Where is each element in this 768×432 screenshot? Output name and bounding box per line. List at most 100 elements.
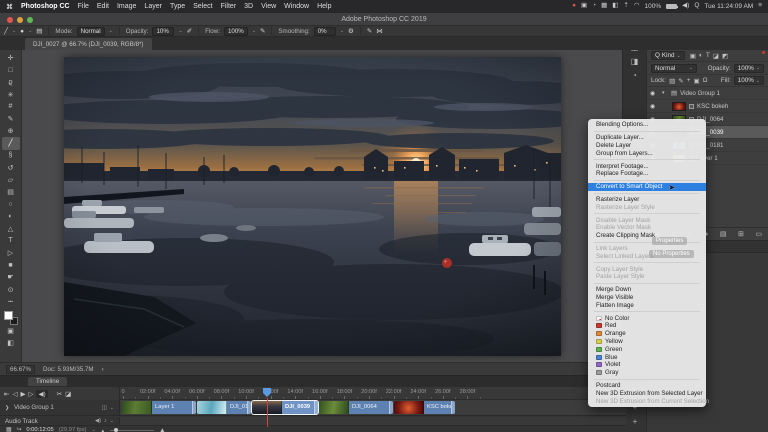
- menu-3d[interactable]: 3D: [244, 3, 253, 10]
- marquee-tool[interactable]: □: [2, 64, 20, 76]
- menu-item-gray[interactable]: Gray: [588, 369, 706, 377]
- menu-item-group-from-layers-[interactable]: Group from Layers...: [588, 149, 706, 157]
- layer-row-ksc-bokeh[interactable]: ◉ KSC bokeh: [647, 100, 768, 113]
- layer-fill-field[interactable]: 100% ⌄: [733, 76, 764, 85]
- lock-icon-4[interactable]: Ω: [703, 77, 708, 85]
- menu-item-postcard[interactable]: Postcard: [588, 382, 706, 390]
- filter-icon-1[interactable]: ◐: [699, 52, 703, 60]
- new-group-icon[interactable]: ▤: [720, 230, 727, 238]
- blur-tool[interactable]: ○: [2, 198, 20, 210]
- brush-tool[interactable]: ╱: [1, 137, 20, 150]
- clock-icon[interactable]: ◔: [592, 3, 596, 10]
- lasso-tool[interactable]: ϱ: [2, 76, 20, 88]
- video-track-lane[interactable]: Layer 1 DJI_0181 DJI_0039 DJI_0064 KSC bokeh: [120, 400, 626, 416]
- wifi-icon[interactable]: ◠: [634, 3, 640, 10]
- menu-item-blending-options-[interactable]: Blending Options...: [588, 121, 706, 129]
- close-window-button[interactable]: [7, 17, 13, 23]
- smoothing-input[interactable]: 0%: [313, 26, 336, 36]
- menu-file[interactable]: File: [78, 3, 89, 10]
- pressure-size-icon[interactable]: ✎: [367, 27, 372, 35]
- menu-type[interactable]: Type: [170, 3, 185, 10]
- clip-end-handle[interactable]: [247, 401, 251, 414]
- menu-help[interactable]: Help: [317, 3, 331, 10]
- tab-timeline[interactable]: Timeline: [28, 377, 68, 386]
- filter-kind-select[interactable]: Q Kind ⌄: [651, 51, 685, 60]
- menu-item-convert-to-smart-object[interactable]: Convert to Smart Object ➤: [588, 182, 706, 192]
- airbrush-icon[interactable]: ✎: [260, 27, 265, 35]
- apple-menu-icon[interactable]: ⌘: [6, 3, 13, 11]
- audio-track-header[interactable]: Audio Track ◀) ♪ ⌄: [0, 417, 120, 426]
- new-layer-icon[interactable]: ⊞: [738, 230, 744, 238]
- upload-icon[interactable]: ⇡: [623, 3, 628, 10]
- export-icon[interactable]: ↪: [16, 427, 21, 432]
- speaker-icon[interactable]: ◀): [682, 3, 689, 10]
- go-to-start-button[interactable]: ⇤: [4, 390, 9, 398]
- music-note-icon[interactable]: ♪: [104, 418, 107, 424]
- spotlight-icon[interactable]: Q: [694, 3, 699, 10]
- menu-item-yellow[interactable]: Yellow: [588, 338, 706, 346]
- menu-item-blue[interactable]: Blue: [588, 353, 706, 361]
- lock-icon-3[interactable]: ▣: [693, 77, 699, 85]
- mode-select[interactable]: Normal: [76, 26, 105, 36]
- clip-dji-0064[interactable]: DJI_0064: [319, 401, 393, 414]
- menu-edit[interactable]: Edit: [97, 3, 109, 10]
- canvas-pasteboard[interactable]: [22, 50, 622, 362]
- menu-item-red[interactable]: Red: [588, 322, 706, 330]
- screen-mode-icon[interactable]: ◧: [2, 337, 20, 349]
- move-tool[interactable]: ✛: [2, 52, 20, 64]
- menu-item-green[interactable]: Green: [588, 345, 706, 353]
- filter-icon-0[interactable]: ▣: [690, 52, 696, 60]
- transition-button[interactable]: ◪: [65, 390, 71, 398]
- timeline-ruler[interactable]: 002:00f04:00f06:00f08:00f10:00f12:00f14:…: [120, 387, 646, 400]
- flow-input[interactable]: 100%: [223, 26, 248, 36]
- smoothing-gear-icon[interactable]: ⚙: [348, 27, 354, 35]
- menu-item-merge-down[interactable]: Merge Down: [588, 286, 706, 294]
- lock-icon-2[interactable]: +: [687, 77, 691, 85]
- collapsed-panel-2-icon[interactable]: ◨: [631, 57, 639, 66]
- monitor-icon[interactable]: ◧: [612, 3, 618, 10]
- edit-toolbar-icon[interactable]: •••: [2, 296, 20, 308]
- visibility-eye-icon[interactable]: ◉: [650, 90, 659, 97]
- quick-mask-icon[interactable]: ▣: [2, 325, 20, 337]
- eyedropper-tool[interactable]: ✎: [2, 113, 20, 125]
- clip-end-handle[interactable]: [451, 401, 455, 414]
- filter-icon-4[interactable]: ◩: [722, 52, 728, 60]
- status-chevron-icon[interactable]: ›: [102, 366, 104, 373]
- history-brush-tool[interactable]: ↺: [2, 162, 20, 174]
- clip-dji-0181[interactable]: DJI_0181: [197, 401, 251, 414]
- layer-opacity-field[interactable]: 100% ⌄: [733, 63, 764, 73]
- minimize-window-button[interactable]: [17, 17, 23, 23]
- menu-image[interactable]: Image: [117, 3, 136, 10]
- clip-ksc-bokeh[interactable]: KSC bokeh: [394, 401, 455, 414]
- pressure-opacity-icon[interactable]: ✐: [187, 27, 192, 35]
- clip-dji-0039[interactable]: DJI_0039: [251, 400, 319, 415]
- audio-track-lane[interactable]: [120, 417, 626, 426]
- display-icon[interactable]: ▣: [581, 3, 587, 10]
- clone-stamp-tool[interactable]: §: [2, 150, 20, 162]
- clip-layer-1[interactable]: Layer 1: [122, 401, 196, 414]
- menu-item-duplicate-layer-[interactable]: Duplicate Layer...: [588, 134, 706, 142]
- brush-panel-toggle-icon[interactable]: ▤: [36, 27, 42, 35]
- menu-layer[interactable]: Layer: [144, 3, 162, 10]
- menu-item-new-3d-extrusion-from-selected-layer[interactable]: New 3D Extrusion from Selected Layer: [588, 389, 706, 397]
- filter-icon-2[interactable]: T: [706, 52, 710, 60]
- zoom-tool[interactable]: ⊙: [2, 284, 20, 296]
- menu-item-orange[interactable]: Orange: [588, 330, 706, 338]
- lock-icon-1[interactable]: ✎: [678, 77, 683, 85]
- menu-item-no-color[interactable]: No Color: [588, 314, 706, 322]
- render-icon[interactable]: ▦: [6, 427, 11, 432]
- clip-end-handle[interactable]: [389, 401, 393, 414]
- menu-item-delete-layer[interactable]: Delete Layer: [588, 142, 706, 150]
- clip-end-handle[interactable]: [314, 401, 318, 414]
- symmetry-icon[interactable]: ⋈: [376, 27, 383, 35]
- document-tab[interactable]: DJI_0027 @ 66.7% (DJI_0039, RGB/8*): [25, 38, 152, 50]
- video-track-header[interactable]: ❯ Video Group 1 ◫ ⌄: [0, 400, 120, 416]
- brush-preset-icon[interactable]: ●: [20, 28, 24, 35]
- menu-item-create-clipping-mask[interactable]: Create Clipping Mask: [588, 232, 706, 240]
- notification-center-icon[interactable]: ≡: [758, 3, 762, 10]
- hand-tool[interactable]: ☛: [2, 271, 20, 283]
- delete-layer-icon[interactable]: ▭: [755, 230, 762, 238]
- lock-icon-0[interactable]: ▨: [669, 77, 675, 85]
- zoom-in-mountain-icon[interactable]: ▲: [159, 427, 165, 432]
- opacity-input[interactable]: 10%: [152, 26, 175, 36]
